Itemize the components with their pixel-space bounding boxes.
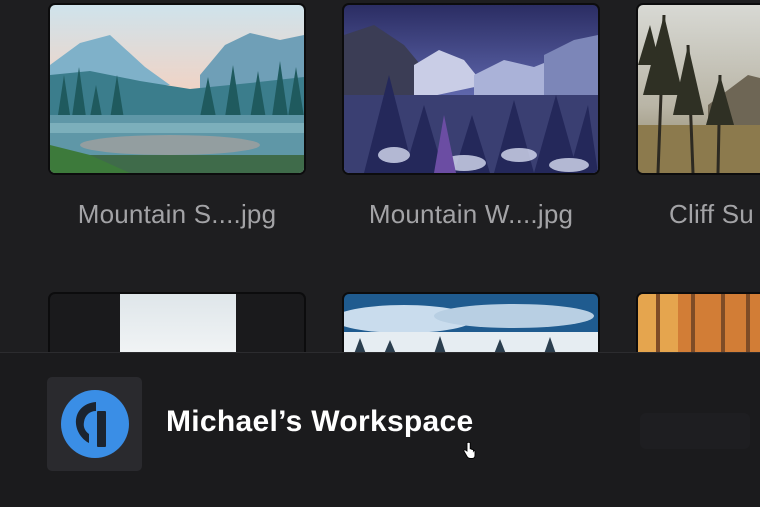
file-thumbnail[interactable] (48, 3, 306, 175)
file-thumbnail[interactable] (636, 292, 760, 352)
snowy-valley-image (344, 294, 598, 352)
file-name[interactable]: Mountain S....jpg (48, 199, 306, 230)
file-thumbnail[interactable] (48, 292, 306, 352)
autumn-forest-image (638, 294, 760, 352)
mountain-sunset-image (50, 5, 304, 173)
file-thumbnail[interactable] (342, 292, 600, 352)
file-thumbnail[interactable] (636, 3, 760, 175)
workspace-logo-icon (60, 390, 129, 458)
workspace-name[interactable]: Michael’s Workspace (166, 405, 474, 439)
hand-pointer-icon (463, 442, 476, 459)
asset-browser: Mountain S....jpg Mountain W....jpg Clif… (0, 0, 760, 507)
cliff-sunset-image (638, 5, 760, 173)
mountain-winter-image (344, 5, 598, 173)
workspace-action-button[interactable] (640, 413, 750, 449)
bright-overexposed-image (50, 294, 304, 352)
workspace-logo[interactable] (47, 377, 142, 471)
workspace-bar: Michael’s Workspace (0, 352, 760, 507)
file-thumbnail[interactable] (342, 3, 600, 175)
file-name[interactable]: Cliff Su (669, 199, 760, 230)
file-grid: Mountain S....jpg Mountain W....jpg Clif… (0, 0, 760, 352)
file-name[interactable]: Mountain W....jpg (342, 199, 600, 230)
